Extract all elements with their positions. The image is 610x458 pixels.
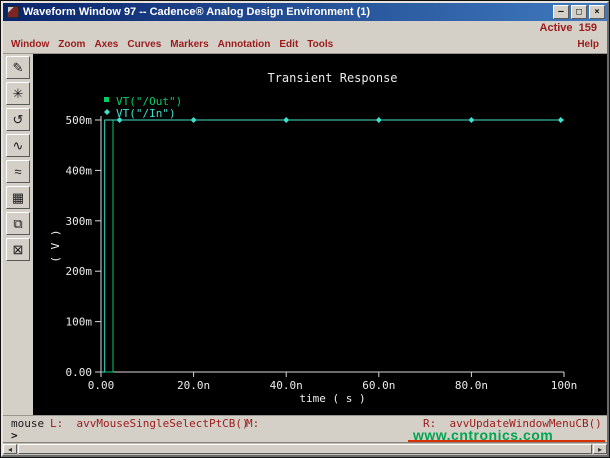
scroll-right-icon[interactable]: ▸ (593, 444, 607, 454)
window-controls: – □ × (551, 5, 605, 19)
command-prompt[interactable]: > (11, 429, 18, 442)
menu-edit[interactable]: Edit (279, 39, 298, 50)
window-title: Waveform Window 97 -- Cadence® Analog De… (23, 6, 371, 18)
menu-curves[interactable]: Curves (127, 39, 161, 50)
delete-icon[interactable]: ⊠ (6, 238, 30, 261)
titlebar[interactable]: Waveform Window 97 -- Cadence® Analog De… (3, 3, 607, 21)
minimize-button[interactable]: – (553, 5, 569, 19)
main-area: ✎ ✳ ↺ ∿ ≈ ▦ ⧉ ⊠ Transient Response 0.00 100m 200m 3… (3, 53, 607, 415)
redraw-icon[interactable]: ↺ (6, 108, 30, 131)
command-line-row: > www.cntronics.com (3, 427, 607, 443)
legend-marker (104, 109, 110, 115)
menu-help[interactable]: Help (577, 39, 599, 50)
menubar-items: Window Zoom Axes Curves Markers Annotation Edi… (11, 39, 342, 50)
x-tick-label: 20.0n (177, 379, 210, 392)
x-tick-label: 60.0n (362, 379, 395, 392)
menu-annotation[interactable]: Annotation (218, 39, 271, 50)
left-toolbar: ✎ ✳ ↺ ∿ ≈ ▦ ⧉ ⊠ (3, 54, 33, 415)
zoom-fit-icon[interactable]: ✳ (6, 82, 30, 105)
y-tick-label: 0.00 (66, 366, 93, 379)
data-point-marker[interactable] (375, 117, 382, 123)
maximize-button[interactable]: □ (571, 5, 587, 19)
data-point-marker[interactable] (283, 117, 290, 123)
menu-window[interactable]: Window (11, 39, 49, 50)
legend-marker (104, 97, 109, 102)
data-point-marker[interactable] (190, 117, 197, 123)
y-tick-label: 300m (66, 215, 93, 228)
x-tick-label: 80.0n (455, 379, 488, 392)
data-point-marker[interactable] (468, 117, 475, 123)
menu-axes[interactable]: Axes (94, 39, 118, 50)
table-icon[interactable]: ▦ (6, 186, 30, 209)
waveform-plot[interactable]: Transient Response 0.00 100m 200m 300m 400m 50… (33, 54, 607, 415)
probe-icon[interactable]: ✎ (6, 56, 30, 79)
y-axis-label: ( V ) (49, 229, 62, 262)
mouse-left-binding: L: avvMouseSingleSelectPtCB() (50, 417, 249, 430)
data-point-marker[interactable] (557, 117, 564, 123)
menu-tools[interactable]: Tools (307, 39, 333, 50)
copy-window-icon[interactable]: ⧉ (6, 212, 30, 235)
horizontal-scrollbar[interactable]: ◂ ▸ (3, 442, 607, 455)
scroll-thumb[interactable] (18, 444, 592, 454)
active-indicator: Active 159 (539, 22, 597, 34)
close-button[interactable]: × (589, 5, 605, 19)
waveform-strip-icon[interactable]: ≈ (6, 160, 30, 183)
series-1-curve[interactable] (101, 119, 564, 373)
legend-label[interactable]: VT("/In") (116, 107, 176, 120)
mouse-middle-binding: M: (246, 417, 260, 430)
y-tick-label: 100m (66, 316, 93, 329)
application-window: Waveform Window 97 -- Cadence® Analog De… (1, 1, 609, 457)
chart-canvas[interactable]: Transient Response 0.00 100m 200m 300m 400m 50… (33, 54, 607, 415)
active-status-row: Active 159 (3, 21, 607, 35)
x-tick-label: 0.00 (88, 379, 115, 392)
window-menu-icon[interactable] (7, 6, 19, 18)
menu-zoom[interactable]: Zoom (58, 39, 85, 50)
x-tick-label: 40.0n (270, 379, 303, 392)
menu-markers[interactable]: Markers (170, 39, 208, 50)
waveform-overlay-icon[interactable]: ∿ (6, 134, 30, 157)
chart-title: Transient Response (267, 71, 397, 85)
x-tick-label: 100n (551, 379, 578, 392)
series-2-curve[interactable] (101, 119, 564, 373)
menubar: Window Zoom Axes Curves Markers Annotation Edi… (3, 35, 607, 53)
y-tick-label: 200m (66, 265, 93, 278)
x-axis-label: time ( s ) (299, 392, 365, 405)
y-tick-label: 500m (66, 114, 93, 127)
y-tick-label: 400m (66, 164, 93, 177)
scroll-left-icon[interactable]: ◂ (3, 444, 17, 454)
